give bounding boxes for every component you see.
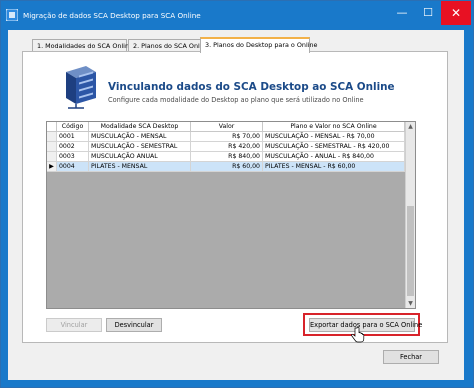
grid-header-codigo[interactable]: Código xyxy=(57,122,89,132)
title-bar[interactable]: Migração de dados SCA Desktop para SCA O… xyxy=(1,1,473,31)
server-icon xyxy=(66,66,96,109)
scroll-thumb[interactable] xyxy=(407,206,414,296)
cell-valor: R$ 420,00 xyxy=(191,142,263,152)
desvincular-button[interactable]: Desvincular xyxy=(106,318,162,332)
grid-header-indicator xyxy=(47,122,57,132)
cell-modalidade: MUSCULAÇÃO ANUAL xyxy=(89,152,191,162)
cell-modalidade: PILATES - MENSAL xyxy=(89,162,191,172)
cell-plano[interactable]: PILATES - MENSAL - R$ 60,00 xyxy=(263,162,405,172)
cell-modalidade: MUSCULAÇÃO - MENSAL xyxy=(89,132,191,142)
row-indicator xyxy=(47,152,57,162)
fechar-button[interactable]: Fechar xyxy=(383,350,439,364)
vincular-button[interactable]: Vincular xyxy=(46,318,102,332)
hand-pointer-icon xyxy=(351,327,365,343)
mapping-grid[interactable]: Código Modalidade SCA Desktop Valor Plan… xyxy=(46,121,416,309)
row-indicator xyxy=(47,142,57,152)
table-row[interactable]: 0001 MUSCULAÇÃO - MENSAL R$ 70,00 MUSCUL… xyxy=(47,132,405,142)
cell-plano[interactable]: MUSCULAÇÃO - ANUAL - R$ 840,00 xyxy=(263,152,405,162)
tab-planos-desktop-online[interactable]: 3. Planos do Desktop para o Online xyxy=(200,37,317,53)
sca-app-icon xyxy=(6,9,18,21)
maximize-button[interactable]: ☐ xyxy=(415,1,441,25)
page-subtitle: Configure cada modalidade do Desktop ao … xyxy=(108,96,364,104)
cell-codigo: 0003 xyxy=(57,152,89,162)
cell-valor: R$ 60,00 xyxy=(191,162,263,172)
cell-codigo: 0001 xyxy=(57,132,89,142)
scroll-down-icon[interactable]: ▼ xyxy=(406,299,415,308)
page-title: Vinculando dados do SCA Desktop ao SCA O… xyxy=(108,81,395,93)
cell-codigo: 0004 xyxy=(57,162,89,172)
cell-plano[interactable]: MUSCULAÇÃO - MENSAL - R$ 70,00 xyxy=(263,132,405,142)
minimize-button[interactable]: — xyxy=(389,1,415,25)
scroll-up-icon[interactable]: ▲ xyxy=(406,122,415,131)
grid-header-plano[interactable]: Plano e Valor no SCA Online xyxy=(263,122,405,132)
cell-valor: R$ 70,00 xyxy=(191,132,263,142)
row-indicator xyxy=(47,132,57,142)
row-indicator: ▶ xyxy=(47,162,57,172)
grid-header-valor[interactable]: Valor xyxy=(191,122,263,132)
cell-valor: R$ 840,00 xyxy=(191,152,263,162)
table-row-selected[interactable]: ▶ 0004 PILATES - MENSAL R$ 60,00 PILATES… xyxy=(47,162,405,172)
cell-modalidade: MUSCULAÇÃO - SEMESTRAL xyxy=(89,142,191,152)
table-row[interactable]: 0002 MUSCULAÇÃO - SEMESTRAL R$ 420,00 MU… xyxy=(47,142,405,152)
cell-plano[interactable]: MUSCULAÇÃO - SEMESTRAL - R$ 420,00 xyxy=(263,142,405,152)
table-row[interactable]: 0003 MUSCULAÇÃO ANUAL R$ 840,00 MUSCULAÇ… xyxy=(47,152,405,162)
window-title: Migração de dados SCA Desktop para SCA O… xyxy=(23,11,201,20)
grid-header-modalidade[interactable]: Modalidade SCA Desktop xyxy=(89,122,191,132)
grid-vertical-scrollbar[interactable]: ▲ ▼ xyxy=(405,122,415,308)
grid-header: Código Modalidade SCA Desktop Valor Plan… xyxy=(47,122,405,132)
cell-codigo: 0002 xyxy=(57,142,89,152)
close-button[interactable]: ✕ xyxy=(441,1,471,25)
